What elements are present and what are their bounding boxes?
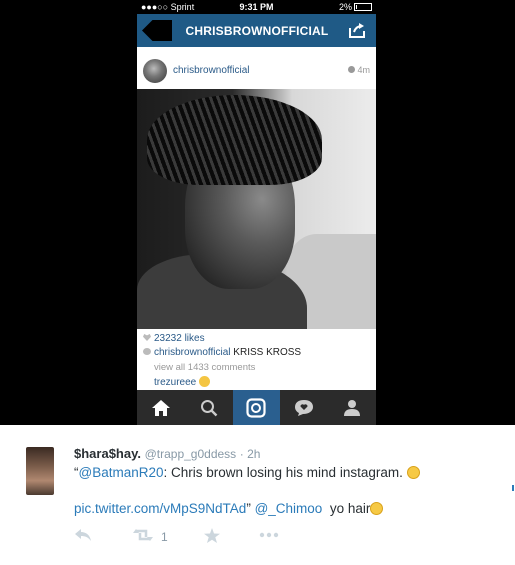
camera-icon bbox=[246, 397, 267, 418]
post-caption: chrisbrownofficial KRISS KROSS bbox=[143, 347, 301, 358]
smile-emoji-icon bbox=[199, 376, 211, 387]
search-icon bbox=[200, 399, 218, 416]
close-quote: ” bbox=[246, 501, 251, 516]
tweet-author-name[interactable]: $hara$hay. bbox=[74, 446, 141, 461]
caption-username[interactable]: chrisbrownofficial bbox=[154, 347, 231, 358]
tweet-author-handle[interactable]: @trapp_g0ddess bbox=[145, 447, 237, 461]
tweet-text-line-2: pic.twitter.com/vMpS9NdTAd” @_Chimoo yo … bbox=[74, 501, 384, 516]
reply-button[interactable] bbox=[74, 528, 92, 548]
laughing-emoji-icon bbox=[406, 466, 420, 479]
comment-item: trezureee bbox=[154, 376, 211, 388]
avatar[interactable] bbox=[143, 59, 167, 83]
battery-icon bbox=[354, 3, 372, 11]
tab-profile[interactable] bbox=[328, 390, 376, 425]
photo-hair bbox=[147, 95, 322, 185]
retweet-icon bbox=[133, 529, 153, 541]
more-icon bbox=[259, 532, 279, 538]
activity-icon bbox=[295, 399, 314, 416]
reply-icon bbox=[75, 529, 91, 541]
tab-activity[interactable] bbox=[280, 390, 328, 425]
caption-text: KRISS KROSS bbox=[233, 347, 302, 358]
favorite-button[interactable] bbox=[204, 528, 220, 548]
mention-link[interactable]: @BatmanR20 bbox=[79, 465, 164, 480]
heart-icon bbox=[143, 334, 151, 341]
share-icon[interactable] bbox=[348, 22, 366, 38]
post-time: 4m bbox=[348, 65, 370, 75]
status-bar: ●●●○○ Sprint 9:31 PM 2% bbox=[137, 0, 376, 14]
tweet-text-2: yo hair bbox=[329, 501, 371, 516]
profile-icon bbox=[344, 399, 361, 416]
tweet-text-1: : Chris brown losing his mind instagram. bbox=[163, 465, 403, 480]
clock-icon bbox=[348, 66, 356, 73]
back-icon[interactable] bbox=[142, 20, 172, 41]
post-header: chrisbrownofficial 4m bbox=[137, 47, 376, 89]
instagram-screenshot: ●●●○○ Sprint 9:31 PM 2% CHRISBROWNOFFICI… bbox=[137, 0, 376, 425]
tweet-avatar[interactable] bbox=[26, 447, 54, 495]
more-button[interactable] bbox=[259, 528, 279, 548]
retweet-count: 1 bbox=[161, 530, 168, 544]
tab-search[interactable] bbox=[185, 390, 233, 425]
tweet-time[interactable]: · 2h bbox=[240, 447, 261, 461]
tweet-header: $hara$hay. @trapp_g0ddess · 2h bbox=[74, 446, 260, 461]
post-photo[interactable] bbox=[137, 89, 376, 329]
home-icon bbox=[151, 399, 170, 416]
crying-emoji-icon bbox=[370, 502, 384, 515]
retweet-button[interactable] bbox=[132, 528, 154, 548]
likes-count[interactable]: 23232 likes bbox=[143, 333, 205, 344]
tweet-text-line-1: “@BatmanR20: Chris brown losing his mind… bbox=[74, 465, 420, 480]
battery-indicator: 2% bbox=[339, 2, 372, 12]
likes-text: 23232 likes bbox=[154, 333, 205, 344]
tab-home[interactable] bbox=[137, 390, 185, 425]
post-time-value: 4m bbox=[357, 65, 370, 75]
commenter-username[interactable]: trezureee bbox=[154, 377, 196, 388]
star-icon bbox=[204, 528, 220, 543]
profile-title: CHRISBROWNOFFICIAL bbox=[185, 24, 329, 38]
tweet: $hara$hay. @trapp_g0ddess · 2h “@BatmanR… bbox=[0, 425, 515, 565]
tab-bar bbox=[137, 390, 376, 425]
mention-link-2[interactable]: @_Chimoo bbox=[255, 501, 323, 516]
view-all-comments[interactable]: view all 1433 comments bbox=[154, 362, 255, 373]
post-username[interactable]: chrisbrownofficial bbox=[173, 65, 250, 76]
pic-link[interactable]: pic.twitter.com/vMpS9NdTAd bbox=[74, 501, 246, 516]
battery-percent: 2% bbox=[338, 2, 352, 12]
scroll-marker bbox=[512, 485, 514, 491]
comment-bubble-icon bbox=[143, 348, 151, 355]
tab-camera[interactable] bbox=[232, 390, 281, 425]
nav-bar: CHRISBROWNOFFICIAL bbox=[137, 14, 376, 47]
tweet-actions: 1 bbox=[74, 528, 314, 548]
